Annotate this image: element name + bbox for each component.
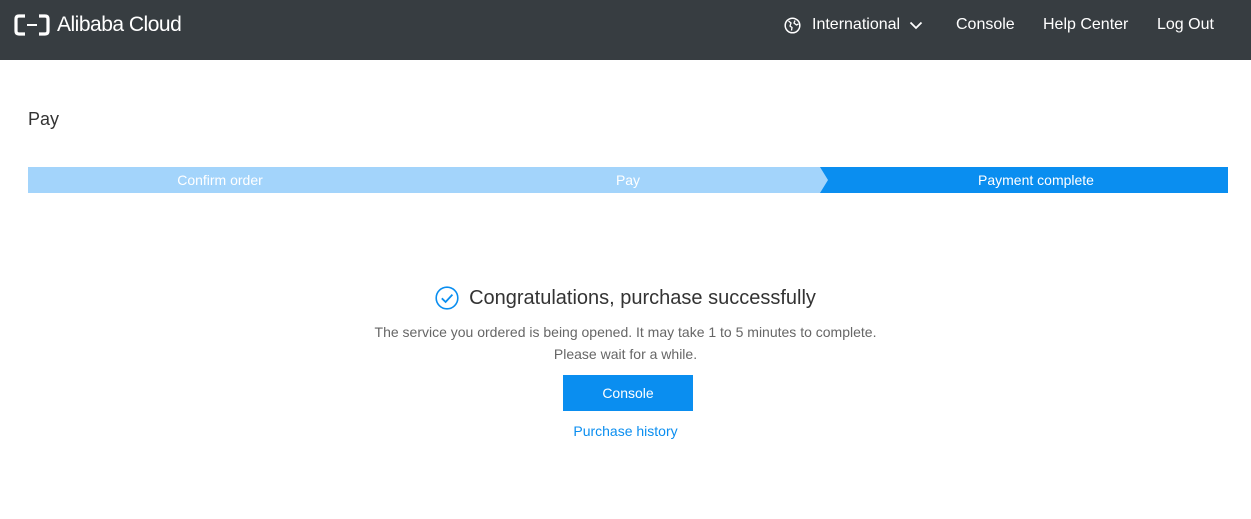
step-pay: Pay [615, 172, 641, 188]
alibaba-cloud-logo-icon [14, 14, 50, 36]
status-message-line2: Please wait for a while. [553, 346, 698, 362]
region-label: International [812, 16, 901, 33]
page-title: Pay [28, 109, 60, 129]
success-heading: Congratulations, purchase successfully [0, 284, 1251, 312]
logo-text: Alibaba Cloud [57, 13, 182, 36]
console-button[interactable]: Console [563, 375, 693, 411]
check-circle-icon [435, 286, 459, 310]
top-navigation-bar: Alibaba Cloud International Console Help… [0, 0, 1251, 60]
alibaba-cloud-logo[interactable]: Alibaba Cloud [13, 13, 182, 37]
success-title: Congratulations, purchase successfully [469, 287, 816, 309]
console-nav-link[interactable]: Console [956, 0, 1015, 50]
step-payment-complete: Payment complete [978, 172, 1094, 188]
payment-steps: Confirm order Pay Payment complete [28, 167, 1228, 193]
status-message-line1: The service you ordered is being opened.… [374, 324, 877, 340]
chevron-down-icon [909, 21, 923, 29]
help-center-nav-link[interactable]: Help Center [1043, 0, 1128, 50]
purchase-history-link[interactable]: Purchase history [573, 423, 677, 439]
log-out-nav-link[interactable]: Log Out [1157, 0, 1214, 50]
globe-icon [784, 16, 801, 34]
step-confirm-order: Confirm order [177, 172, 263, 188]
purchase-history-row: Purchase history [0, 421, 1251, 441]
region-selector[interactable]: International [784, 0, 923, 50]
